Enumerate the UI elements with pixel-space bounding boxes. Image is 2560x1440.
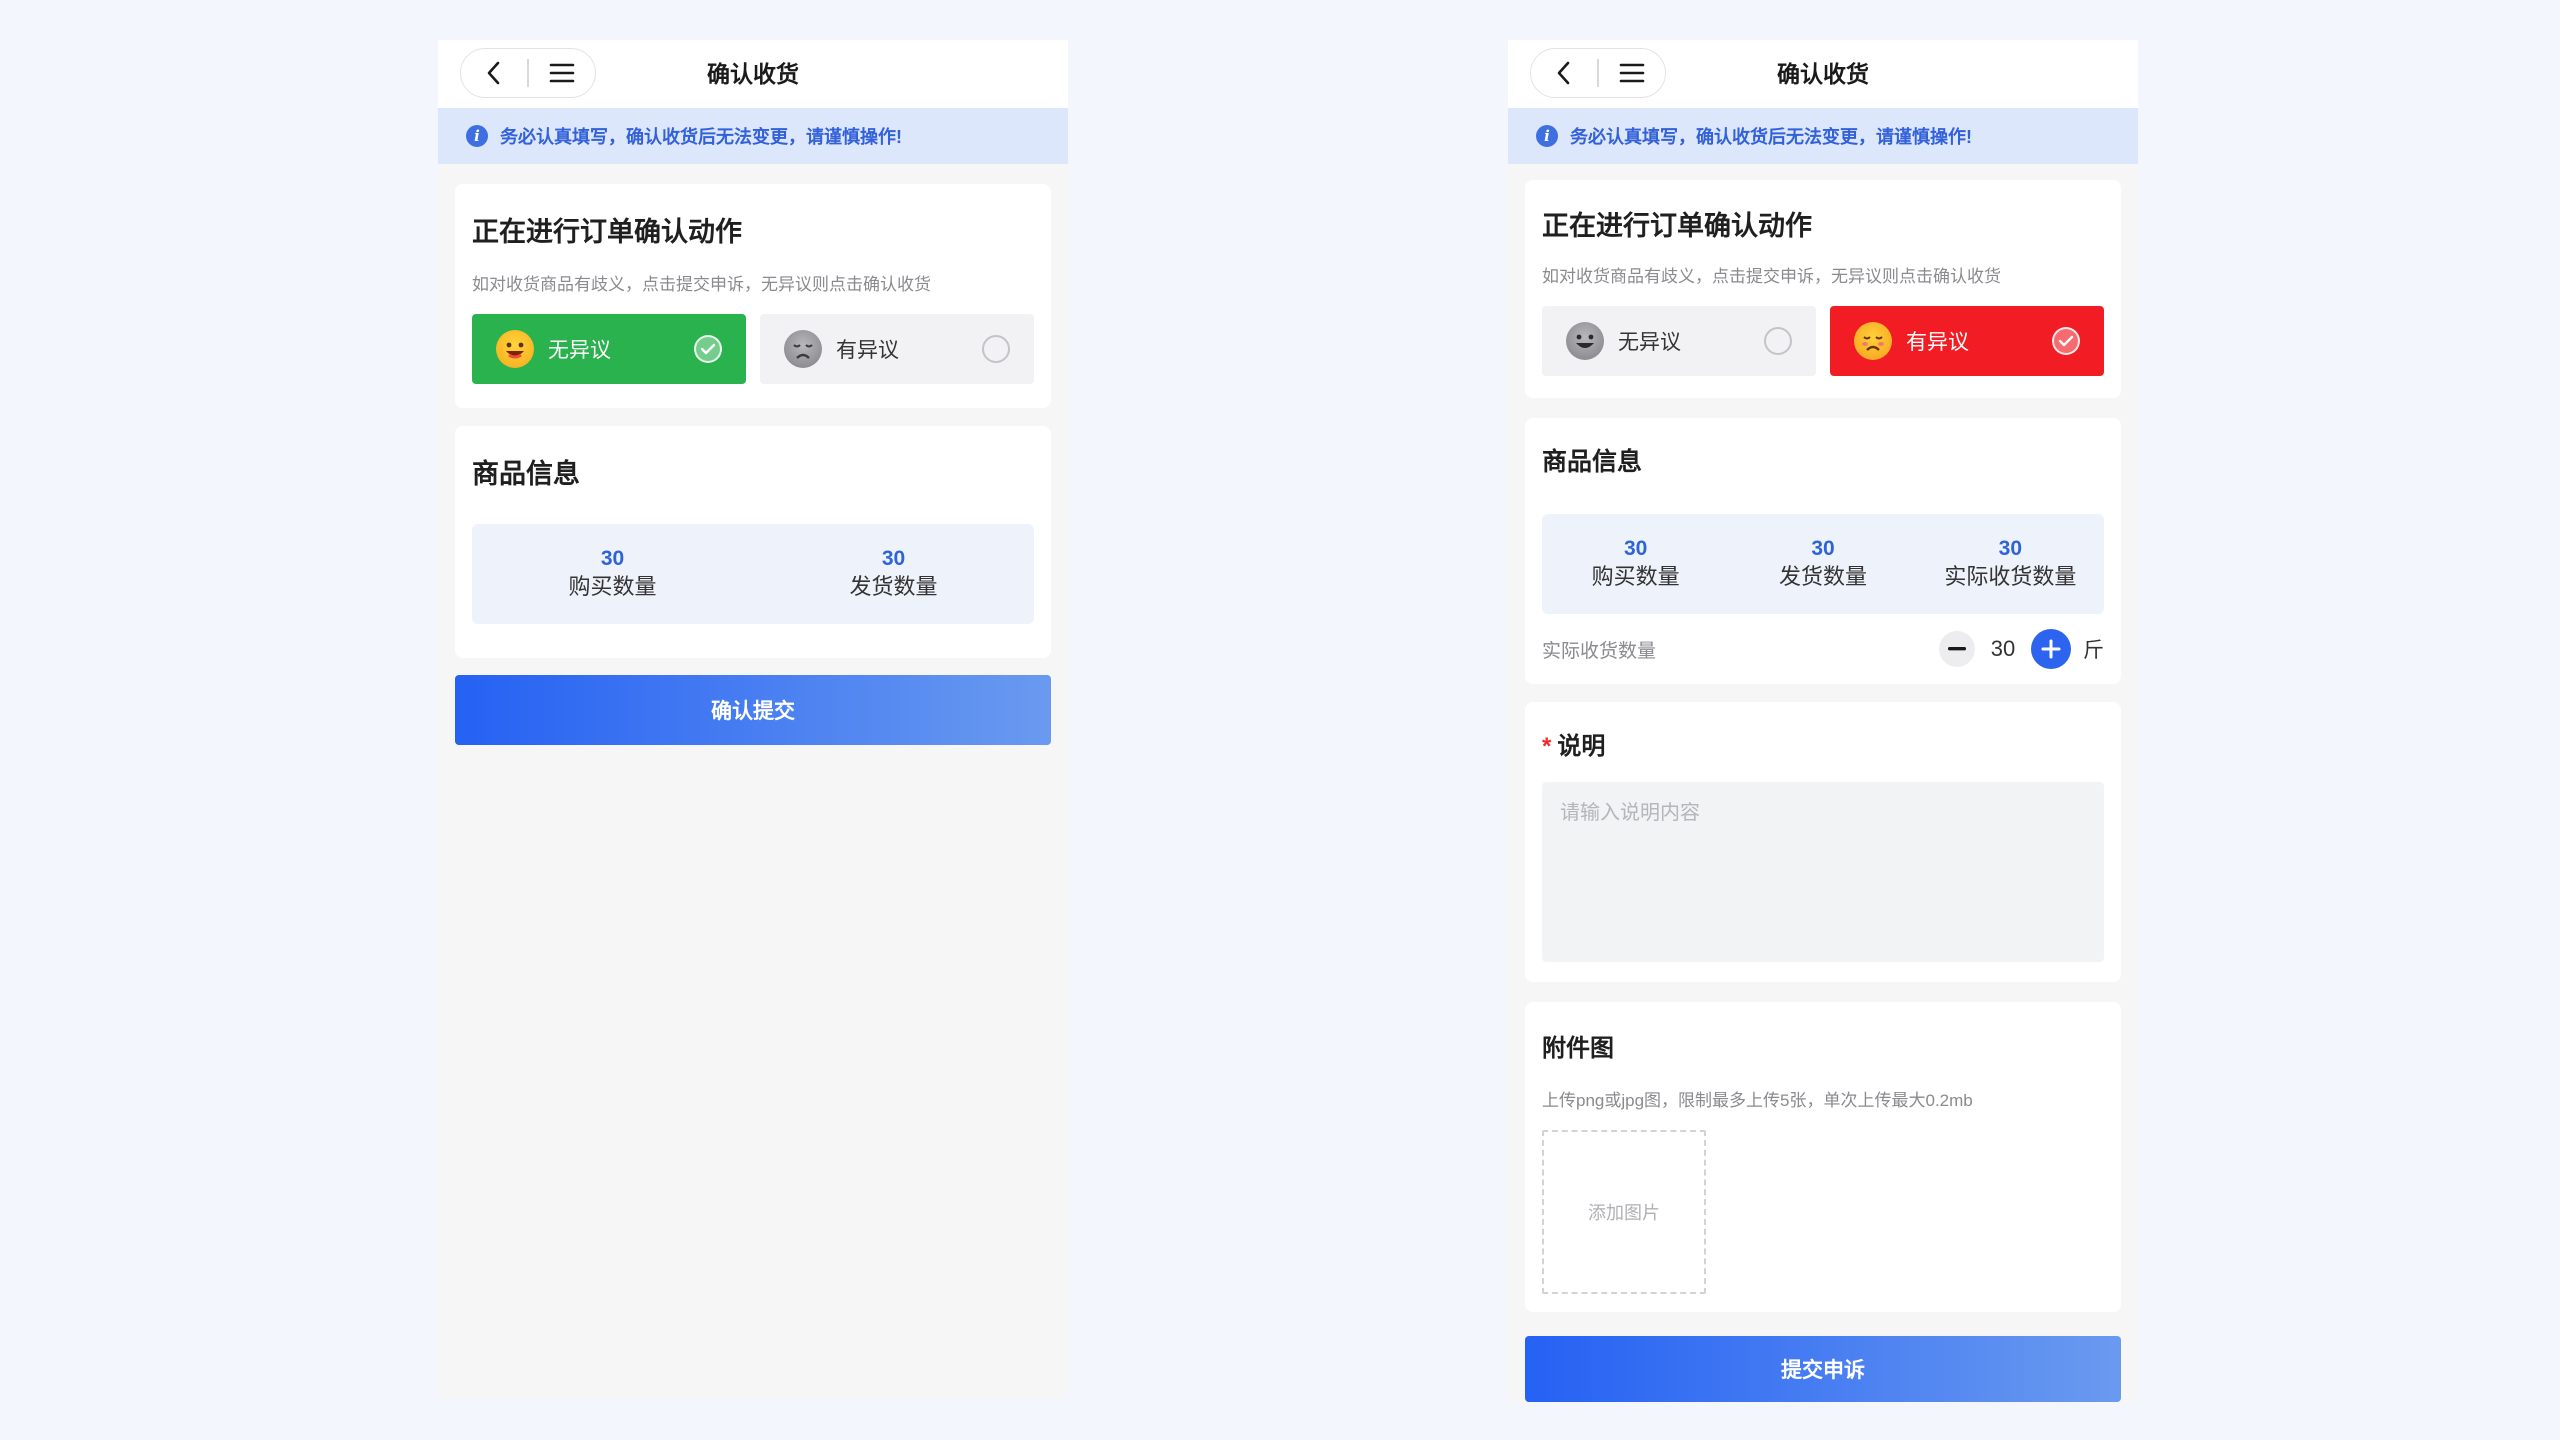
checked-radio-icon [694,335,722,363]
option-no-objection-label: 无异议 [548,339,611,362]
menu-button[interactable] [529,48,595,98]
action-card-title: 正在进行订单确认动作 [1542,211,1812,241]
stat-value: 30 [1998,537,2022,560]
minus-icon [1948,647,1966,651]
description-title-text: 说明 [1557,733,1606,760]
nav-header: 确认收货 [1508,40,2138,108]
plus-icon [2041,639,2061,659]
attachment-hint: 上传png或jpg图，限制最多上传5张，单次上传最大0.2mb [1542,1091,1973,1110]
left-screen: 确认收货 i 务必认真填写，确认收货后无法变更，请谨慎操作! 正在进行订单确认动… [438,40,1068,1398]
stat-label: 购买数量 [1591,564,1680,589]
checked-radio-icon [2052,327,2080,355]
goods-card: 商品信息 30 购买数量 30 发货数量 [455,426,1051,658]
stat-value: 30 [1623,537,1648,560]
description-title: * 说明 [1542,726,1605,761]
nav-header: 确认收货 [438,40,1068,108]
stat-purchase-qty: 30 购买数量 [1542,514,1729,614]
right-screen: 确认收货 i 务必认真填写，确认收货后无法变更，请谨慎操作! 正在进行订单确认动… [1508,40,2138,1402]
stat-received-qty: 30 实际收货数量 [1917,514,2104,614]
stat-shipped-qty: 30 发货数量 [753,524,1034,624]
qty-decrement-button[interactable] [1939,631,1975,667]
option-no-objection[interactable]: 无异议 [1542,306,1816,376]
nav-capsule [1530,48,1666,98]
attachment-title: 附件图 [1542,1035,1614,1062]
empty-radio-icon [982,335,1010,363]
goods-card-title: 商品信息 [1542,448,1643,476]
sad-face-icon [784,330,822,368]
action-card: 正在进行订单确认动作 如对收货商品有歧义，点击提交申诉，无异议则点击确认收货 无… [1525,180,2121,398]
option-objection-label: 有异议 [836,339,899,362]
warning-notice: i 务必认真填写，确认收货后无法变更，请谨慎操作! [1508,108,2138,164]
stat-value: 30 [600,547,625,570]
actual-qty-row: 实际收货数量 30 斤 [1542,628,2104,670]
submit-appeal-button[interactable]: 提交申诉 [1525,1336,2121,1402]
nav-capsule [460,48,596,98]
menu-button[interactable] [1599,48,1665,98]
attachment-card: 附件图 上传png或jpg图，限制最多上传5张，单次上传最大0.2mb 添加图片 [1525,1002,2121,1312]
option-objection[interactable]: 有异议 [1830,306,2104,376]
option-objection[interactable]: 有异议 [760,314,1034,384]
sad-face-icon [1854,322,1892,360]
description-card: * 说明 [1525,702,2121,982]
goods-card: 商品信息 30 购买数量 30 发货数量 30 实际收货数量 实际收货数量 30 [1525,418,2121,684]
qty-unit: 斤 [2083,639,2104,662]
happy-face-icon [1566,322,1604,360]
add-image-button[interactable]: 添加图片 [1542,1130,1706,1294]
confirm-submit-button[interactable]: 确认提交 [455,675,1051,745]
action-card: 正在进行订单确认动作 如对收货商品有歧义，点击提交申诉，无异议则点击确认收货 无… [455,184,1051,408]
notice-text: 务必认真填写，确认收货后无法变更，请谨慎操作! [1570,127,1972,147]
chevron-left-icon [487,61,500,85]
empty-radio-icon [1764,327,1792,355]
stat-shipped-qty: 30 发货数量 [1729,514,1916,614]
required-mark: * [1542,733,1552,760]
stat-label: 购买数量 [568,574,657,599]
info-icon: i [466,125,488,147]
option-no-objection-label: 无异议 [1618,331,1681,354]
menu-icon [549,63,575,83]
action-card-subtitle: 如对收货商品有歧义，点击提交申诉，无异议则点击确认收货 [472,275,931,294]
stat-label: 实际收货数量 [1944,564,2077,589]
add-image-label: 添加图片 [1588,1203,1660,1223]
stat-value: 30 [881,547,906,570]
qty-value[interactable]: 30 [1975,636,2031,662]
qty-increment-button[interactable] [2031,629,2071,669]
goods-stats: 30 购买数量 30 发货数量 30 实际收货数量 [1542,514,2104,614]
warning-notice: i 务必认真填写，确认收货后无法变更，请谨慎操作! [438,108,1068,164]
back-button[interactable] [1531,48,1597,98]
goods-card-title: 商品信息 [472,459,580,489]
action-card-subtitle: 如对收货商品有歧义，点击提交申诉，无异议则点击确认收货 [1542,267,2001,286]
notice-text: 务必认真填写，确认收货后无法变更，请谨慎操作! [500,127,902,147]
stat-value: 30 [1811,537,1835,560]
info-icon: i [1536,125,1558,147]
actual-qty-label: 实际收货数量 [1542,640,1657,662]
happy-face-icon [496,330,534,368]
stat-purchase-qty: 30 购买数量 [472,524,753,624]
description-textarea[interactable] [1542,782,2104,962]
goods-stats: 30 购买数量 30 发货数量 [472,524,1034,624]
chevron-left-icon [1557,61,1570,85]
action-card-title: 正在进行订单确认动作 [472,217,742,247]
stat-label: 发货数量 [1778,564,1867,589]
stat-label: 发货数量 [849,574,938,599]
option-no-objection[interactable]: 无异议 [472,314,746,384]
menu-icon [1619,63,1645,83]
option-objection-label: 有异议 [1906,331,1969,354]
back-button[interactable] [461,48,527,98]
